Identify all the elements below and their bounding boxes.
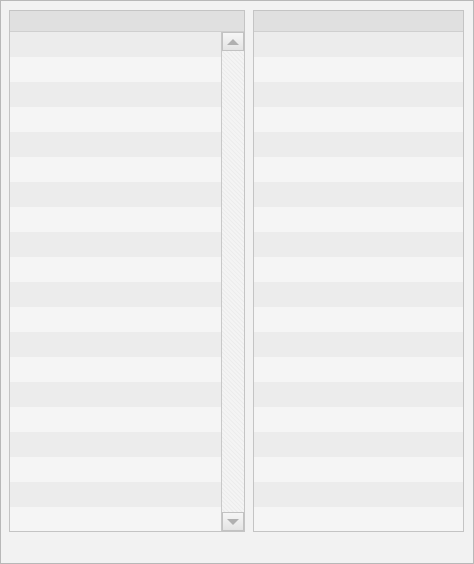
list-item[interactable] <box>10 82 221 107</box>
list-item[interactable] <box>254 482 463 507</box>
list-item[interactable] <box>254 332 463 357</box>
list-item[interactable] <box>10 32 221 57</box>
list-item[interactable] <box>254 32 463 57</box>
list-item[interactable] <box>254 282 463 307</box>
list-item[interactable] <box>10 432 221 457</box>
left-list-scrollbar[interactable] <box>221 32 244 531</box>
list-item[interactable] <box>254 382 463 407</box>
list-item[interactable] <box>254 182 463 207</box>
list-item[interactable] <box>10 232 221 257</box>
list-item[interactable] <box>254 407 463 432</box>
right-list-header[interactable] <box>254 11 463 32</box>
scroll-up-arrow-icon <box>227 38 239 45</box>
right-list-panel[interactable] <box>253 10 464 532</box>
list-item[interactable] <box>254 357 463 382</box>
left-list-rows <box>10 32 221 531</box>
list-item[interactable] <box>10 357 221 382</box>
list-item[interactable] <box>10 482 221 507</box>
list-item[interactable] <box>254 257 463 282</box>
list-item[interactable] <box>10 507 221 531</box>
list-item[interactable] <box>10 257 221 282</box>
left-list-panel[interactable] <box>9 10 245 532</box>
list-item[interactable] <box>10 332 221 357</box>
list-item[interactable] <box>10 132 221 157</box>
list-item[interactable] <box>254 432 463 457</box>
list-item[interactable] <box>10 382 221 407</box>
left-list-header[interactable] <box>10 11 244 32</box>
list-item[interactable] <box>10 307 221 332</box>
list-item[interactable] <box>254 132 463 157</box>
list-item[interactable] <box>10 407 221 432</box>
list-item[interactable] <box>254 457 463 482</box>
list-item[interactable] <box>254 157 463 182</box>
list-item[interactable] <box>254 207 463 232</box>
scroll-down-button[interactable] <box>222 512 244 531</box>
right-list-rows <box>254 32 463 531</box>
list-item[interactable] <box>10 57 221 82</box>
list-item[interactable] <box>10 157 221 182</box>
list-item[interactable] <box>10 182 221 207</box>
list-item[interactable] <box>10 282 221 307</box>
scroll-up-button[interactable] <box>222 32 244 51</box>
list-item[interactable] <box>10 207 221 232</box>
list-item[interactable] <box>254 107 463 132</box>
list-item[interactable] <box>10 107 221 132</box>
list-item[interactable] <box>254 82 463 107</box>
list-item[interactable] <box>254 57 463 82</box>
list-item[interactable] <box>254 307 463 332</box>
list-item[interactable] <box>254 507 463 531</box>
scroll-down-arrow-icon <box>227 518 239 525</box>
list-item[interactable] <box>10 457 221 482</box>
list-item[interactable] <box>254 232 463 257</box>
dialog-window <box>0 0 474 564</box>
